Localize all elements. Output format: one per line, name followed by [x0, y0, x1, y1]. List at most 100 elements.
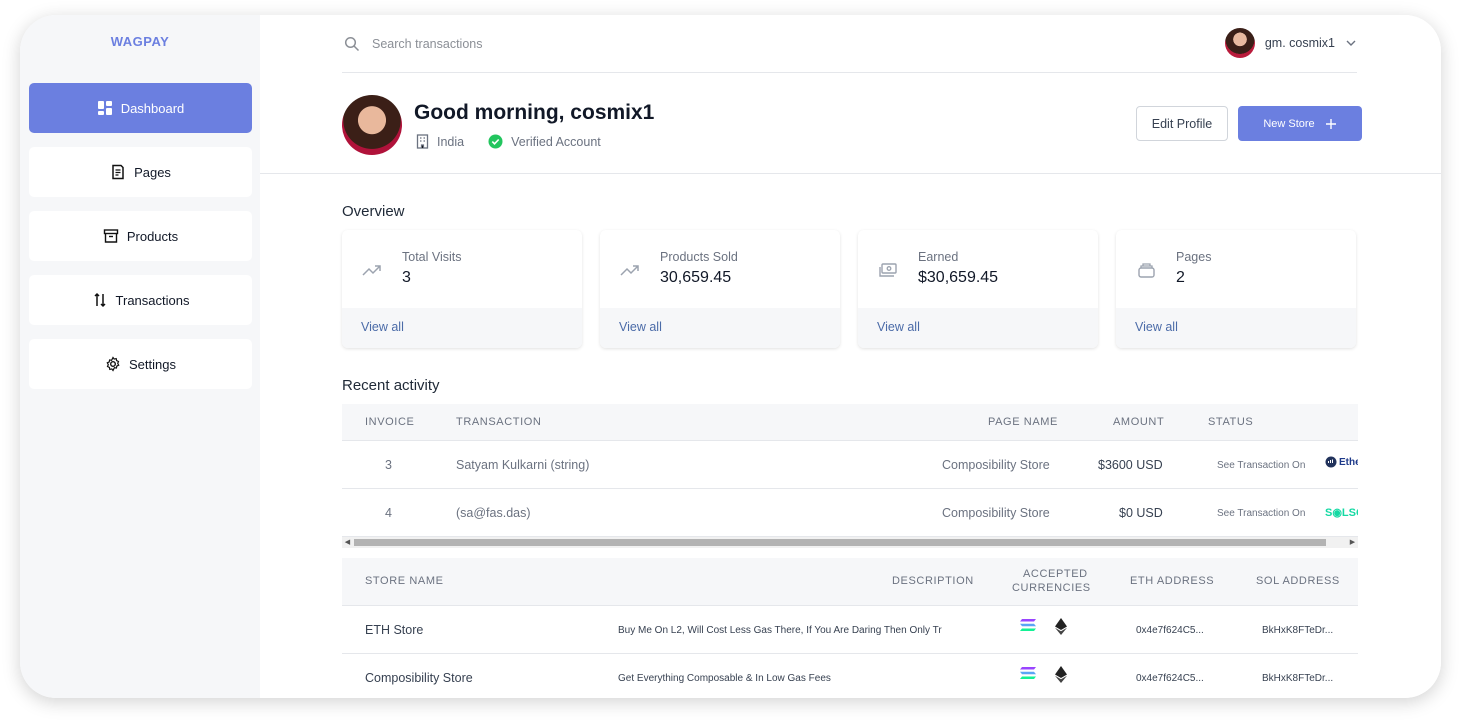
sidebar: WAGPAY Dashboard Pages Products Transact…: [20, 15, 260, 698]
cash-icon: [879, 263, 897, 277]
pages-icon: [112, 164, 124, 180]
column-header: PAGE NAME: [988, 416, 1058, 428]
table-row[interactable]: 4 (sa@fas.das) Composibility Store $0 US…: [342, 489, 1358, 537]
scroll-right-icon[interactable]: ▶: [1347, 537, 1358, 548]
sol-address-cell: BkHxK8FTeDr...: [1262, 673, 1334, 684]
page-name-cell: Composibility Store: [942, 506, 1050, 520]
trend-up-icon: [620, 265, 639, 276]
sidebar-item-label: Dashboard: [120, 100, 185, 116]
column-header: CURRENCIES: [1012, 582, 1091, 594]
edit-profile-button[interactable]: Edit Profile: [1136, 106, 1228, 141]
stat-label: Pages: [1176, 250, 1212, 264]
edit-profile-label: Edit Profile: [1151, 116, 1213, 131]
sidebar-item-label: Products: [126, 228, 179, 244]
transaction-cell: Satyam Kulkarni (string): [456, 458, 590, 472]
solscan-link[interactable]: S◉LSC: [1325, 506, 1358, 519]
sidebar-item-products[interactable]: Products: [29, 211, 252, 261]
search-input[interactable]: [372, 33, 672, 55]
sol-address-cell: BkHxK8FTeDr...: [1262, 625, 1334, 636]
solana-icon: [1020, 619, 1036, 631]
explorer-label: Ether: [1339, 456, 1358, 468]
overview-title: Overview: [342, 203, 405, 220]
sidebar-item-label: Transactions: [115, 292, 190, 308]
invoice-cell: 3: [385, 458, 392, 472]
stat-label: Products Sold: [660, 250, 738, 264]
scroll-thumb[interactable]: [354, 539, 1326, 546]
top-bar: gm. cosmix1: [342, 15, 1357, 73]
stores-table: STORE NAME DESCRIPTION ACCEPTED CURRENCI…: [342, 558, 1358, 698]
currency-icons: [1019, 618, 1067, 635]
horizontal-scrollbar[interactable]: ◀ ▶: [342, 537, 1358, 548]
main-content: gm. cosmix1 Good morning, cosmix1 India …: [260, 15, 1441, 698]
table-row[interactable]: 3 Satyam Kulkarni (string) Composibility…: [342, 441, 1358, 489]
stat-value: 2: [1176, 269, 1185, 286]
user-name: gm. cosmix1: [1264, 36, 1335, 50]
location-text: India: [437, 134, 465, 149]
column-header: TRANSACTION: [456, 416, 542, 428]
status-cell: See Transaction On: [1217, 460, 1306, 471]
column-header: STORE NAME: [365, 575, 444, 587]
stat-value: 30,659.45: [660, 269, 732, 286]
currency-icons: [1019, 666, 1067, 683]
dashboard-icon: [97, 101, 112, 115]
transaction-cell: (sa@fas.das): [456, 506, 531, 520]
stat-card-pages: Pages 2 View all: [1116, 230, 1356, 348]
profile-meta: India Verified Account: [416, 134, 601, 149]
view-all-link[interactable]: View all: [1116, 308, 1356, 348]
stat-label: Total Visits: [402, 250, 462, 264]
column-header: AMOUNT: [1113, 416, 1165, 428]
check-circle-icon: [488, 134, 503, 149]
table-header: INVOICE TRANSACTION PAGE NAME AMOUNT STA…: [342, 404, 1358, 441]
column-header: STATUS: [1208, 416, 1254, 428]
search-icon: [344, 36, 360, 52]
view-all-link[interactable]: View all: [342, 308, 582, 348]
page-title: Good morning, cosmix1: [414, 101, 655, 124]
sidebar-item-transactions[interactable]: Transactions: [29, 275, 252, 325]
stack-icon: [1138, 263, 1155, 278]
sidebar-item-pages[interactable]: Pages: [29, 147, 252, 197]
chevron-down-icon: [1346, 40, 1356, 46]
stat-label: Earned: [918, 250, 959, 264]
description-cell: Get Everything Composable & In Low Gas F…: [618, 673, 831, 684]
sidebar-item-dashboard[interactable]: Dashboard: [29, 83, 252, 133]
view-all-link[interactable]: View all: [600, 308, 840, 348]
stat-value: 3: [402, 269, 411, 286]
app-window: WAGPAY Dashboard Pages Products Transact…: [20, 15, 1441, 698]
eth-address-cell: 0x4e7f624C5...: [1136, 673, 1204, 684]
column-header: ETH ADDRESS: [1130, 575, 1215, 587]
new-store-button[interactable]: New Store: [1238, 106, 1362, 141]
store-name-cell: Composibility Store: [365, 671, 473, 685]
sidebar-item-label: Settings: [129, 356, 176, 372]
description-cell: Buy Me On L2, Will Cost Less Gas There, …: [618, 625, 942, 636]
scroll-left-icon[interactable]: ◀: [342, 537, 353, 548]
table-row[interactable]: ETH Store Buy Me On L2, Will Cost Less G…: [342, 606, 1358, 654]
ethereum-icon: [1055, 618, 1067, 635]
profile-header: Good morning, cosmix1 India Verified Acc…: [342, 95, 1382, 175]
column-header: ACCEPTED: [1023, 568, 1088, 580]
arrows-updown-icon: [94, 292, 106, 308]
new-store-label: New Store: [1263, 117, 1315, 130]
view-all-link[interactable]: View all: [858, 308, 1098, 348]
ethereum-icon: [1055, 666, 1067, 683]
activity-table: INVOICE TRANSACTION PAGE NAME AMOUNT STA…: [342, 404, 1358, 549]
avatar: [1224, 28, 1255, 58]
table-row[interactable]: Composibility Store Get Everything Compo…: [342, 654, 1358, 698]
stat-card-earned: Earned $30,659.45 View all: [858, 230, 1098, 348]
gear-icon: [106, 356, 120, 372]
brand-logo[interactable]: WAGPAY: [20, 34, 260, 49]
eth-address-cell: 0x4e7f624C5...: [1136, 625, 1204, 636]
stat-card-products-sold: Products Sold 30,659.45 View all: [600, 230, 840, 348]
sidebar-item-settings[interactable]: Settings: [29, 339, 252, 389]
user-menu[interactable]: gm. cosmix1: [1224, 28, 1357, 58]
building-icon: [416, 134, 429, 149]
profile-avatar: [342, 95, 402, 155]
trend-up-icon: [362, 265, 381, 276]
sidebar-item-label: Pages: [134, 164, 171, 180]
column-header: DESCRIPTION: [892, 575, 974, 587]
archive-icon: [103, 229, 119, 243]
amount-cell: $0 USD: [1119, 506, 1163, 520]
stat-value: $30,659.45: [918, 269, 999, 286]
verified-text: Verified Account: [511, 134, 601, 149]
etherscan-link[interactable]: Ether: [1325, 456, 1358, 468]
plus-icon: [1325, 118, 1336, 129]
